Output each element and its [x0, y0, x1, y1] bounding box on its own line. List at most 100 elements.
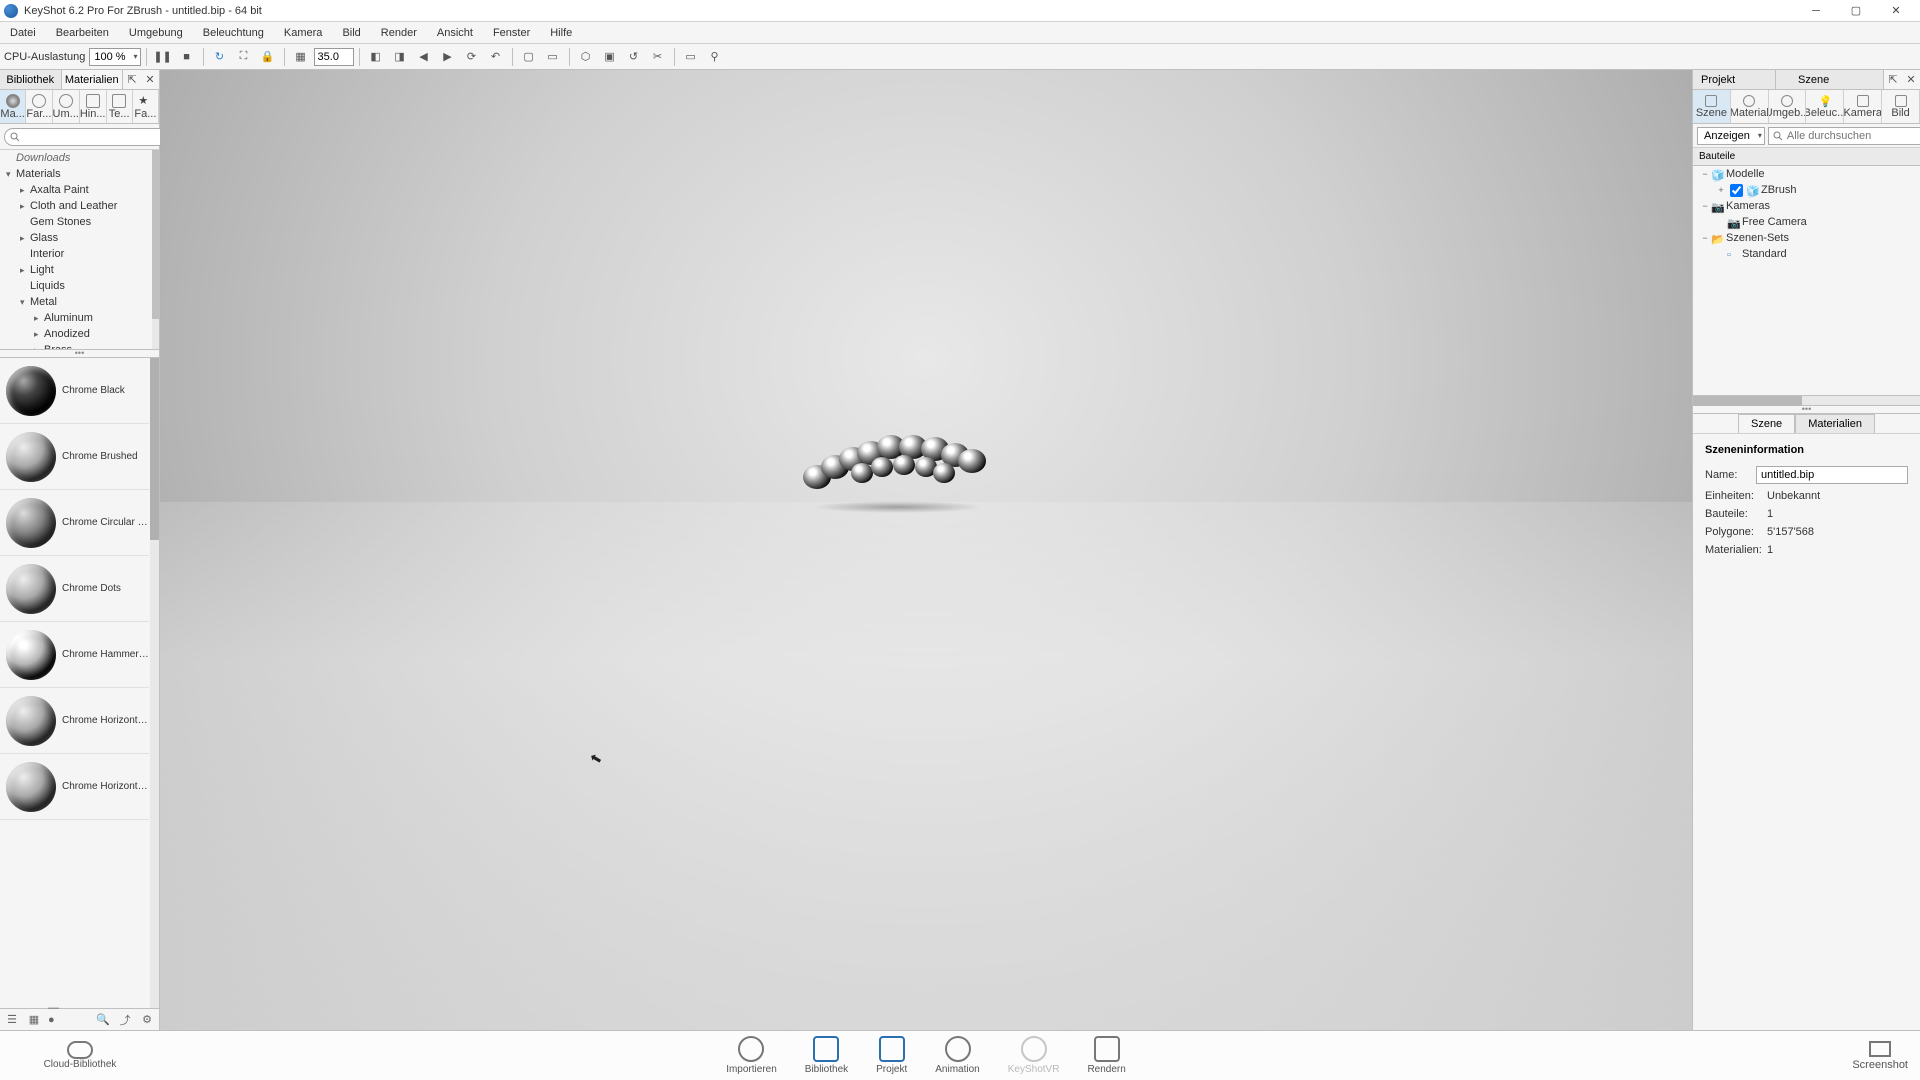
tool-icon-2[interactable]: ◨	[389, 46, 411, 68]
scenetree-freecamera[interactable]: 📷Free Camera	[1693, 214, 1920, 230]
layer-icon[interactable]: ▭	[542, 46, 564, 68]
undo-icon[interactable]: ↺	[623, 46, 645, 68]
infotab-szene[interactable]: Szene	[1738, 414, 1795, 433]
upload-icon[interactable]: ⤴	[117, 1012, 133, 1028]
cycle-icon[interactable]: ⟳	[461, 46, 483, 68]
cube-icon[interactable]: ▢	[518, 46, 540, 68]
scene-name-input[interactable]	[1756, 466, 1908, 484]
material-item[interactable]: Chrome Horizontal Me	[0, 688, 149, 754]
tool-icon-1[interactable]: ◧	[365, 46, 387, 68]
menu-datei[interactable]: Datei	[0, 22, 46, 43]
projtab-material[interactable]: Material	[1731, 90, 1769, 123]
close-button[interactable]: ✕	[1876, 1, 1916, 21]
tree-item[interactable]: ▸Light	[0, 262, 151, 278]
cpu-combo[interactable]: 100 %	[89, 48, 140, 66]
lock-icon[interactable]: 🔒	[257, 46, 279, 68]
tab-bibliothek[interactable]: Bibliothek	[0, 70, 62, 89]
grid-view-icon[interactable]: ▦	[26, 1012, 42, 1028]
screen-icon[interactable]: ▭	[680, 46, 702, 68]
tab-szene-header[interactable]: Szene	[1776, 70, 1884, 89]
reset-icon[interactable]: ↶	[485, 46, 507, 68]
scene-tree-hscroll[interactable]	[1693, 396, 1920, 406]
libtab-materials[interactable]: Ma...	[0, 90, 26, 123]
menu-fenster[interactable]: Fenster	[483, 22, 540, 43]
arrow-right-icon[interactable]: ▶	[437, 46, 459, 68]
libtab-textures[interactable]: Te...	[107, 90, 133, 123]
libtab-favorites[interactable]: ★Fa...	[133, 90, 159, 123]
tree-item[interactable]: ▸Aluminum	[0, 310, 151, 326]
tree-item[interactable]: ▸Cloth and Leather	[0, 198, 151, 214]
viewport[interactable]: ⬉	[160, 70, 1692, 1030]
person-icon[interactable]: ⚲	[704, 46, 726, 68]
scenetree-models[interactable]: −🧊Modelle	[1693, 166, 1920, 182]
menu-beleuchtung[interactable]: Beleuchtung	[193, 22, 274, 43]
project-button[interactable]: Projekt	[876, 1036, 907, 1075]
menu-ansicht[interactable]: Ansicht	[427, 22, 483, 43]
libtab-colors[interactable]: Far...	[26, 90, 52, 123]
library-button[interactable]: Bibliothek	[805, 1036, 848, 1075]
menu-kamera[interactable]: Kamera	[274, 22, 333, 43]
tree-metal[interactable]: ▾Metal	[0, 294, 151, 310]
projtab-image[interactable]: Bild	[1882, 90, 1920, 123]
scenetree-zbrush[interactable]: +🧊ZBrush	[1693, 182, 1920, 198]
library-search-input[interactable]	[4, 128, 172, 146]
box-icon[interactable]: ▣	[599, 46, 621, 68]
tree-item[interactable]: ▸Anodized	[0, 326, 151, 342]
projtab-lighting[interactable]: 💡Beleuc...	[1806, 90, 1844, 123]
animation-button[interactable]: Animation	[935, 1036, 979, 1075]
material-item[interactable]: Chrome Hammered	[0, 622, 149, 688]
material-scrollbar[interactable]	[150, 358, 159, 1008]
scenetree-scenesets[interactable]: −📂Szenen-Sets	[1693, 230, 1920, 246]
projtab-camera[interactable]: Kamera	[1844, 90, 1882, 123]
menu-hilfe[interactable]: Hilfe	[540, 22, 582, 43]
material-item[interactable]: Chrome Horizontal Me	[0, 754, 149, 820]
maximize-button[interactable]: ▢	[1836, 1, 1876, 21]
tree-scrollbar[interactable]	[152, 150, 159, 349]
display-dropdown[interactable]: Anzeigen	[1697, 127, 1765, 145]
arrow-left-icon[interactable]: ◀	[413, 46, 435, 68]
scenetree-cameras[interactable]: −📷Kameras	[1693, 198, 1920, 214]
render-button[interactable]: Rendern	[1087, 1036, 1125, 1075]
tab-materialien[interactable]: Materialien	[62, 70, 124, 89]
material-item[interactable]: Chrome Circular Mesh	[0, 490, 149, 556]
list-view-icon[interactable]: ☰	[4, 1012, 20, 1028]
tab-projekt[interactable]: Projekt	[1693, 70, 1776, 89]
fov-input[interactable]	[314, 48, 354, 66]
tree-item[interactable]: Interior	[0, 246, 151, 262]
scene-tree-resize-handle[interactable]: •••	[1693, 406, 1920, 414]
fullscreen-icon[interactable]: ⛶	[233, 46, 255, 68]
pause-icon[interactable]: ❚❚	[152, 46, 174, 68]
menu-bild[interactable]: Bild	[332, 22, 370, 43]
minimize-button[interactable]: ─	[1796, 1, 1836, 21]
grid-icon[interactable]: ▦	[290, 46, 312, 68]
tree-item[interactable]: ▸Axalta Paint	[0, 182, 151, 198]
material-item[interactable]: Chrome Dots	[0, 556, 149, 622]
projtab-szene[interactable]: Szene	[1693, 90, 1731, 123]
infotab-materialien[interactable]: Materialien	[1795, 414, 1875, 433]
tree-resize-handle[interactable]: •••	[0, 350, 159, 358]
material-item[interactable]: Chrome Brushed	[0, 424, 149, 490]
cut-icon[interactable]: ✂	[647, 46, 669, 68]
scene-search-input[interactable]	[1768, 127, 1920, 145]
menu-umgebung[interactable]: Umgebung	[119, 22, 193, 43]
settings-icon[interactable]: ⚙	[139, 1012, 155, 1028]
cloud-icon[interactable]	[67, 1041, 93, 1059]
zoom-icon[interactable]: 🔍	[95, 1012, 111, 1028]
libtab-environments[interactable]: Um...	[53, 90, 80, 123]
tree-item[interactable]: Liquids	[0, 278, 151, 294]
visibility-checkbox[interactable]	[1730, 184, 1743, 197]
menu-render[interactable]: Render	[371, 22, 427, 43]
stop-icon[interactable]: ■	[176, 46, 198, 68]
tree-materials[interactable]: ▾Materials	[0, 166, 151, 182]
libtab-backplates[interactable]: Hin...	[80, 90, 107, 123]
scenetree-standard[interactable]: ▫Standard	[1693, 246, 1920, 262]
menu-bearbeiten[interactable]: Bearbeiten	[46, 22, 119, 43]
shield-icon[interactable]: ⬡	[575, 46, 597, 68]
keyshotvr-button[interactable]: KeyShotVR	[1008, 1036, 1060, 1075]
close-right-icon[interactable]: ✕	[1902, 70, 1920, 89]
material-item[interactable]: Chrome Black	[0, 358, 149, 424]
popout-icon[interactable]: ⇱	[123, 70, 141, 89]
tree-item[interactable]: ▸Brass	[0, 342, 151, 350]
projtab-environment[interactable]: Umgeb...	[1769, 90, 1807, 123]
tree-item[interactable]: ▸Glass	[0, 230, 151, 246]
